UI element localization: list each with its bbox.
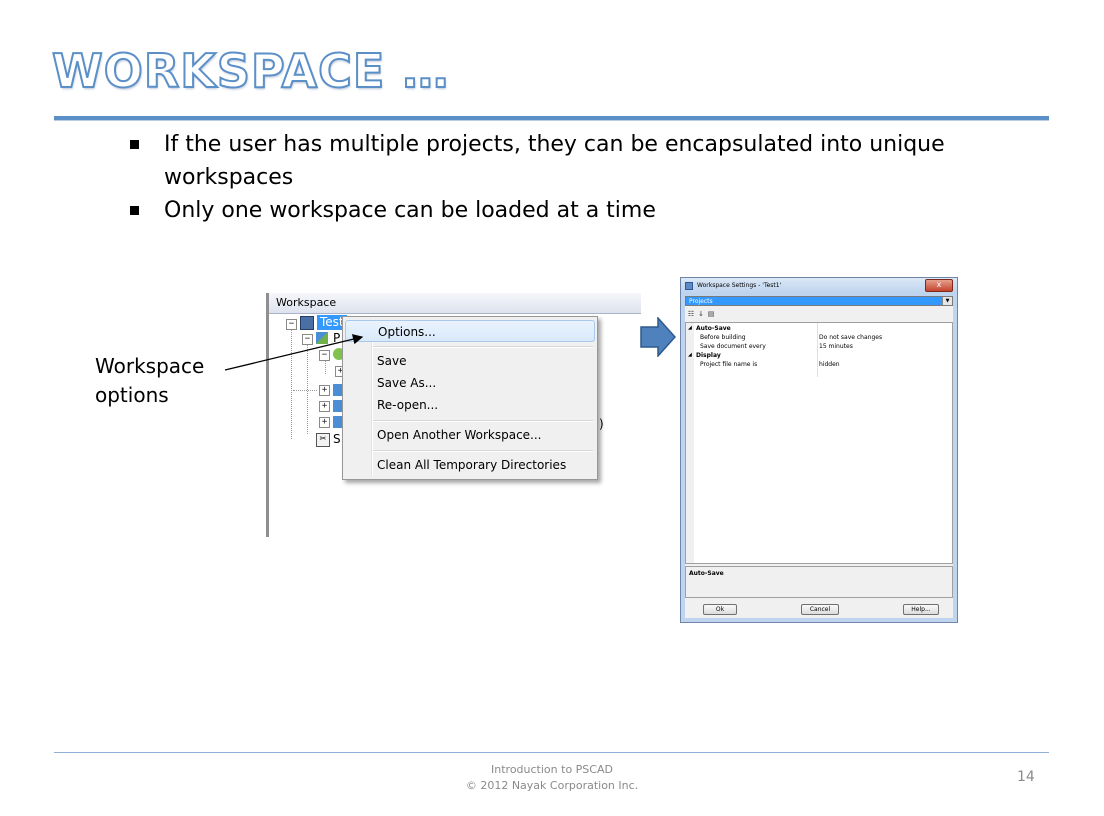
workspace-panel-header: Workspace — [269, 293, 641, 314]
cancel-button[interactable]: Cancel — [801, 604, 839, 615]
callout-line-2: options — [95, 383, 169, 407]
property-name: Save document every — [700, 343, 766, 350]
bullet-text: Only one workspace can be loaded at a ti… — [164, 198, 656, 223]
category-name: Auto-Save — [696, 325, 731, 332]
property-value[interactable]: hidden — [819, 360, 840, 369]
collapse-triangle-icon[interactable]: ◢ — [688, 324, 692, 333]
menu-item-clean-temp-directories[interactable]: Clean All Temporary Directories — [345, 454, 595, 476]
chevron-down-icon[interactable]: ▼ — [942, 297, 952, 305]
title-divider — [54, 116, 1049, 121]
workspace-settings-dialog: Workspace Settings - 'Test1' x Projects … — [680, 277, 958, 623]
property-row[interactable]: Before building Do not save changes — [686, 333, 952, 342]
property-grid[interactable]: ◢ Auto-Save Before building Do not save … — [685, 322, 953, 564]
bullet-item: If the user has multiple projects, they … — [128, 128, 1028, 194]
square-bullet-icon — [130, 140, 139, 149]
projects-folder-icon — [316, 332, 328, 344]
bullet-list: If the user has multiple projects, they … — [128, 128, 1028, 227]
workspace-context-menu: Options... Save Save As... Re-open... Op… — [342, 316, 598, 480]
slide-title: WORKSPACE … — [51, 43, 450, 99]
page-number: 14 — [1017, 769, 1035, 785]
footer-copyright: © 2012 Nayak Corporation Inc. — [465, 779, 639, 792]
dialog-title-bar: Workspace Settings - 'Test1' x — [681, 278, 957, 294]
categorized-view-icon[interactable]: ☷ — [687, 310, 695, 318]
menu-item-options[interactable]: Options... — [345, 320, 595, 342]
property-name: Before building — [700, 334, 746, 341]
menu-item-save-as[interactable]: Save As... — [345, 372, 595, 394]
collapse-triangle-icon[interactable]: ◢ — [688, 351, 692, 360]
menu-item-open-another-workspace[interactable]: Open Another Workspace... — [345, 424, 595, 446]
menu-item-save[interactable]: Save — [345, 350, 595, 372]
property-name: Project file name is — [700, 361, 758, 368]
square-bullet-icon — [130, 206, 139, 215]
tree-item-partial[interactable]: P — [333, 331, 340, 345]
category-row[interactable]: ◢ Display — [686, 351, 952, 360]
property-description-panel: Auto-Save — [685, 566, 953, 598]
property-value[interactable]: 15 minutes — [819, 342, 853, 351]
property-row[interactable]: Project file name is hidden — [686, 360, 952, 369]
dialog-body: Projects ▼ ☷ ↓ ▤ ◢ Auto-Save Before buil… — [685, 296, 953, 618]
menu-item-reopen[interactable]: Re-open... — [345, 394, 595, 416]
collapse-toggle-icon[interactable]: − — [302, 334, 313, 345]
bullet-item: Only one workspace can be loaded at a ti… — [128, 194, 1028, 227]
expand-toggle-icon[interactable]: + — [319, 401, 330, 412]
right-arrow-icon — [640, 317, 676, 357]
sort-alphabetical-icon[interactable]: ↓ — [697, 310, 705, 318]
scope-select-value: Projects — [689, 298, 713, 305]
category-row[interactable]: ◢ Auto-Save — [686, 324, 952, 333]
property-row[interactable]: Save document every 15 minutes — [686, 342, 952, 351]
callout-line-1: Workspace — [95, 354, 205, 378]
property-value[interactable]: Do not save changes — [819, 333, 882, 342]
footer-divider — [54, 752, 1049, 753]
close-button[interactable]: x — [925, 279, 953, 292]
workspace-icon — [300, 316, 314, 330]
scope-select[interactable]: Projects ▼ — [685, 296, 953, 306]
tree-item-partial: ) — [599, 417, 604, 431]
app-icon — [685, 282, 693, 290]
collapse-toggle-icon[interactable]: − — [286, 319, 297, 330]
expand-toggle-icon[interactable]: + — [319, 417, 330, 428]
help-button[interactable]: Help... — [903, 604, 939, 615]
simulation-set-icon: ✂ — [316, 433, 330, 447]
callout-label: Workspace options — [95, 352, 204, 410]
bullet-text: If the user has multiple projects, they … — [164, 132, 945, 190]
ok-button[interactable]: Ok — [703, 604, 737, 615]
footer-course-title: Introduction to PSCAD — [491, 763, 613, 776]
expand-toggle-icon[interactable]: + — [319, 385, 330, 396]
category-name: Display — [696, 352, 721, 359]
property-toolbar: ☷ ↓ ▤ — [685, 308, 953, 320]
property-pages-icon[interactable]: ▤ — [707, 310, 715, 318]
collapse-toggle-icon[interactable]: − — [319, 350, 330, 361]
tree-item-partial[interactable]: S — [333, 432, 341, 446]
dialog-title: Workspace Settings - 'Test1' — [697, 282, 782, 289]
